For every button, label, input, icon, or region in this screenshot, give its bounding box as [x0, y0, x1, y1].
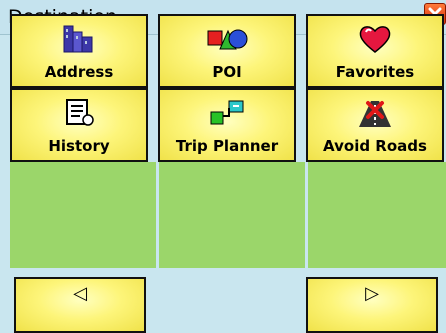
trip-planner-icon	[210, 100, 244, 125]
poi-label: POI	[212, 63, 242, 81]
empty-slot-right	[308, 162, 446, 268]
history-label: History	[48, 137, 110, 155]
favorites-label: Favorites	[335, 63, 415, 81]
address-button[interactable]: Address	[10, 14, 148, 88]
left-arrow-icon: ◁	[73, 283, 87, 304]
trip-planner-button[interactable]: Trip Planner	[158, 88, 296, 162]
address-icon	[63, 25, 93, 53]
destination-screen: Destination Address PO	[0, 0, 446, 333]
address-label: Address	[44, 63, 114, 81]
avoid-roads-icon	[359, 101, 391, 127]
empty-slot-middle	[159, 162, 305, 268]
avoid-roads-label: Avoid Roads	[323, 137, 427, 155]
avoid-roads-button[interactable]: Avoid Roads	[306, 88, 444, 162]
empty-slot-left	[10, 162, 156, 268]
poi-icon	[207, 29, 248, 50]
history-icon	[66, 99, 94, 126]
favorites-button[interactable]: Favorites	[306, 14, 444, 88]
previous-page-button[interactable]: ◁	[14, 277, 146, 333]
poi-button[interactable]: POI	[158, 14, 296, 88]
right-arrow-icon: ▷	[365, 283, 379, 304]
favorites-icon	[359, 26, 391, 53]
next-page-button[interactable]: ▷	[306, 277, 438, 333]
history-button[interactable]: History	[10, 88, 148, 162]
trip-planner-label: Trip Planner	[175, 137, 279, 155]
